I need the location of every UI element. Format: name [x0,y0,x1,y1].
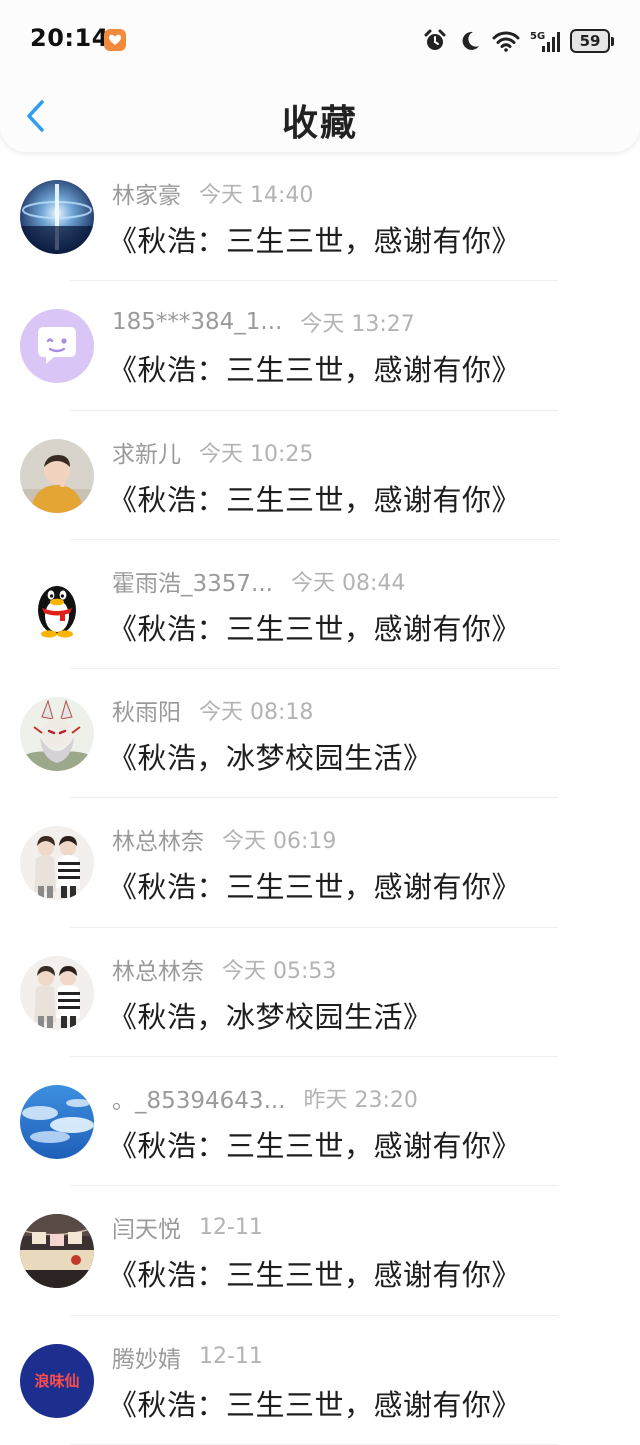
list-item[interactable]: 求新儿 今天 10:25 《秋浩：三生三世，感谢有你》 [0,411,640,541]
avatar-logo-text: 浪味仙 [34,1372,79,1390]
status-icons: 5G 59 [422,26,614,56]
list-item[interactable]: 秋雨阳 今天 08:18 《秋浩，冰梦校园生活》 [0,669,640,799]
item-author: 腾妙婧 [112,1346,181,1373]
page-title: 收藏 [281,103,358,144]
item-title: 《秋浩：三生三世，感谢有你》 [108,1387,522,1422]
two-girls-photo-avatar[interactable] [20,826,94,901]
item-time: 今天 06:19 [222,829,337,855]
chat-bubble-avatar[interactable] [20,309,94,384]
signal-5g-icon: 5G [530,29,560,53]
item-time: 今天 08:18 [199,700,314,726]
item-title: 《秋浩，冰梦校园生活》 [108,741,433,776]
item-author: 林总林奈 [112,829,204,856]
item-meta: 霍雨浩_3357... 今天 08:44 [112,564,405,598]
item-author: 霍雨浩_3357... [112,570,273,597]
item-author: 185***384_1... [112,309,283,336]
list-item[interactable]: 林家豪 今天 14:40 《秋浩：三生三世，感谢有你》 [0,152,640,282]
list-item[interactable]: 林总林奈 今天 05:53 《秋浩，冰梦校园生活》 [0,928,640,1058]
item-author: 。_85394643... [112,1088,286,1115]
battery-icon: 59 [570,29,614,53]
item-time: 昨天 23:20 [303,1088,418,1114]
item-title: 《秋浩：三生三世，感谢有你》 [108,611,522,646]
love-photo-avatar[interactable] [20,1214,94,1289]
item-time: 今天 08:44 [290,570,406,596]
item-meta: 林家豪 今天 14:40 [112,176,313,210]
battery-level: 59 [570,29,610,53]
list-item[interactable]: 185***384_1... 今天 13:27 《秋浩：三生三世，感谢有你》 [0,281,640,411]
item-author: 林家豪 [112,183,181,209]
blue-sky-avatar[interactable] [20,1085,94,1160]
item-time: 12-11 [199,1214,263,1240]
item-author: 求新儿 [112,441,181,468]
item-title: 《秋浩：三生三世，感谢有你》 [108,1129,522,1164]
list-item[interactable]: 林总林奈 今天 06:19 《秋浩：三生三世，感谢有你》 [0,798,640,929]
item-meta: 林总林奈 今天 05:53 [112,952,336,986]
list-item[interactable]: 。_85394643... 昨天 23:20 《秋浩：三生三世，感谢有你》 [0,1057,640,1187]
alarm-icon [422,28,448,54]
item-title: 《秋浩：三生三世，感谢有你》 [108,1258,522,1293]
item-author: 林总林奈 [112,958,204,985]
moon-icon [458,29,482,53]
item-meta: 秋雨阳 今天 08:18 [112,693,313,727]
item-time: 今天 13:27 [300,312,415,338]
status-bar: 20:14 5G 59 [0,0,640,80]
nav-bar: 收藏 [0,80,640,152]
item-title: 《秋浩，冰梦校园生活》 [108,999,433,1034]
item-time: 今天 05:53 [222,958,337,984]
item-meta: 求新儿 今天 10:25 [112,435,313,469]
item-meta: 。_85394643... 昨天 23:20 [112,1081,418,1115]
item-author: 闫天悦 [112,1217,181,1244]
item-title: 《秋浩：三生三世，感谢有你》 [108,482,522,517]
list-item[interactable]: 闫天悦 12-11 《秋浩：三生三世，感谢有你》 [0,1186,640,1316]
item-meta: 185***384_1... 今天 13:27 [112,305,415,339]
qq-penguin-avatar[interactable] [20,567,94,642]
item-meta: 闫天悦 12-11 [112,1210,263,1244]
list-item[interactable]: 浪味仙 腾妙婧 12-11 《秋浩：三生三世，感谢有你》 [0,1316,640,1445]
item-meta: 林总林奈 今天 06:19 [112,822,336,856]
item-author: 秋雨阳 [112,700,181,727]
list-item[interactable]: 霍雨浩_3357... 今天 08:44 《秋浩：三生三世，感谢有你》 [0,540,640,670]
item-time: 今天 10:25 [199,441,314,467]
anime-character-avatar[interactable] [20,697,94,772]
item-title: 《秋浩：三生三世，感谢有你》 [108,870,522,905]
light-beam-avatar[interactable] [20,180,94,254]
status-time: 20:14 [30,24,109,52]
item-time: 今天 14:40 [199,183,314,208]
person-photo-avatar[interactable] [20,438,94,513]
item-title: 《秋浩：三生三世，感谢有你》 [108,224,522,258]
app-notification-icon [104,29,126,51]
favorites-list: 林家豪 今天 14:40 《秋浩：三生三世，感谢有你》 185***384_1.… [0,152,640,1445]
top-header: 20:14 5G 59 收藏 [0,0,640,152]
text-logo-avatar[interactable]: 浪味仙 [20,1343,94,1418]
two-girls-photo-avatar[interactable] [20,955,94,1030]
wifi-icon [492,30,520,52]
item-meta: 腾妙婧 12-11 [112,1340,263,1374]
item-time: 12-11 [199,1344,263,1370]
network-label: 5G [530,31,545,42]
item-title: 《秋浩：三生三世，感谢有你》 [108,353,522,388]
